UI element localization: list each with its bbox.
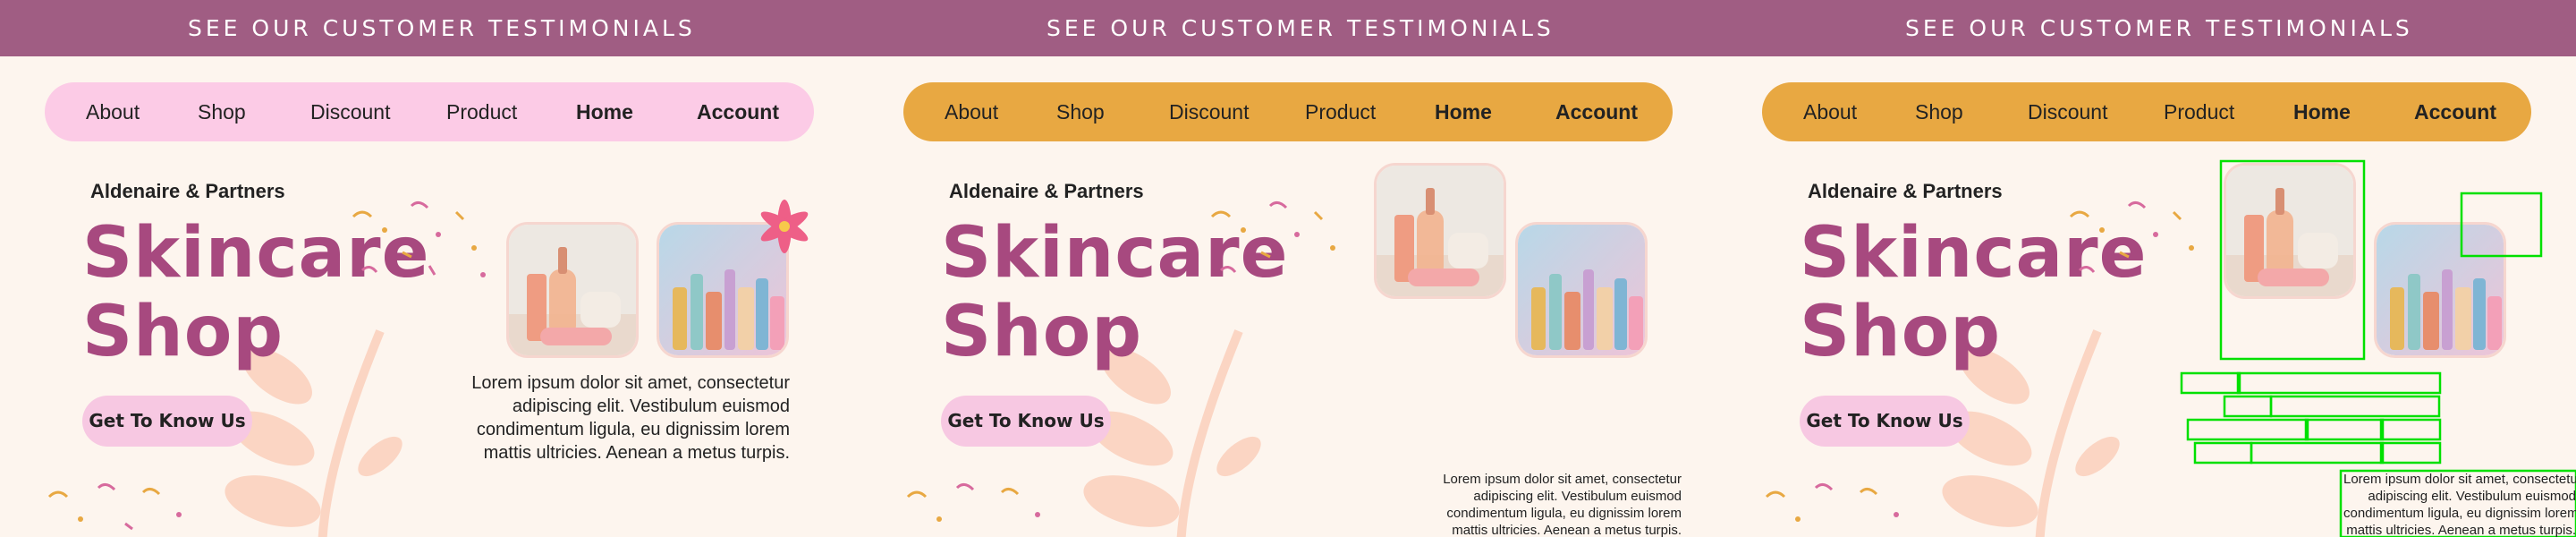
- nav-discount[interactable]: Discount: [1169, 100, 1249, 124]
- paragraph-line: condimentum ligula, eu dignissim lorem: [476, 420, 790, 439]
- paragraph-line: mattis ultricies. Aenean a metus turpis.: [1452, 523, 1682, 537]
- paragraph-line: adipiscing elit. Vestibulum euismod: [512, 396, 790, 416]
- highlight-overlay: [2180, 159, 2576, 537]
- flower-icon: [760, 200, 809, 253]
- brand-name: Aldenaire & Partners: [949, 180, 1144, 202]
- panel-variant-3: SEE OUR CUSTOMER TESTIMONIALS About Shop…: [1717, 0, 2576, 537]
- paragraph-line: Lorem ipsum dolor sit amet, consectetur: [1443, 472, 1682, 487]
- nav-shop[interactable]: Shop: [1056, 100, 1105, 124]
- paragraph-line: mattis ultricies. Aenean a metus turpis.: [483, 443, 790, 463]
- paragraph-line: Lorem ipsum dolor sit amet, consectetur: [2343, 472, 2576, 487]
- main-nav: About Shop Discount Product Home Account: [903, 82, 1673, 141]
- panel-variant-1: SEE OUR CUSTOMER TESTIMONIALS About Shop…: [0, 0, 859, 537]
- get-to-know-us-button[interactable]: Get To Know Us: [941, 396, 1111, 447]
- testimonials-banner[interactable]: SEE OUR CUSTOMER TESTIMONIALS: [859, 0, 1717, 56]
- product-photo-bottles: [1515, 222, 1648, 358]
- hero-title-line2: Shop: [941, 292, 1143, 372]
- hero-paragraph: Lorem ipsum dolor sit amet, consectetur …: [2343, 471, 2576, 537]
- paragraph-line: Lorem ipsum dolor sit amet, consectetur: [471, 373, 790, 393]
- product-photo-serums: [1374, 163, 1506, 299]
- nav-product[interactable]: Product: [446, 100, 517, 124]
- nav-shop[interactable]: Shop: [198, 100, 246, 124]
- paragraph-line: condimentum ligula, eu dignissim lorem: [2343, 506, 2576, 521]
- paragraph-line: adipiscing elit. Vestibulum euismod: [2368, 489, 2576, 504]
- hero-paragraph: Lorem ipsum dolor sit amet, consectetur …: [464, 371, 790, 465]
- nav-about[interactable]: About: [945, 100, 998, 124]
- nav-account[interactable]: Account: [697, 100, 779, 124]
- paragraph-line: condimentum ligula, eu dignissim lorem: [1446, 506, 1682, 521]
- nav-home[interactable]: Home: [1435, 100, 1492, 124]
- confetti-decoration: [352, 201, 486, 277]
- nav-account[interactable]: Account: [1555, 100, 1638, 124]
- confetti-decoration: [1210, 201, 1335, 273]
- confetti-decoration-bottom: [47, 483, 182, 531]
- brand-name: Aldenaire & Partners: [90, 180, 285, 202]
- get-to-know-us-button[interactable]: Get To Know Us: [82, 396, 252, 447]
- nav-discount[interactable]: Discount: [310, 100, 390, 124]
- product-photo-serums: [506, 222, 639, 358]
- panel-variant-2: SEE OUR CUSTOMER TESTIMONIALS About Shop…: [859, 0, 1717, 537]
- paragraph-line: mattis ultricies. Aenean a metus turpis.: [2346, 523, 2576, 537]
- hero-title-line2: Shop: [82, 292, 284, 372]
- nav-home[interactable]: Home: [576, 100, 633, 124]
- testimonials-banner[interactable]: SEE OUR CUSTOMER TESTIMONIALS: [0, 0, 859, 56]
- hero-paragraph: Lorem ipsum dolor sit amet, consectetur …: [1431, 471, 1682, 537]
- confetti-decoration-bottom: [906, 483, 1040, 522]
- nav-about[interactable]: About: [86, 100, 140, 124]
- paragraph-line: adipiscing elit. Vestibulum euismod: [1473, 489, 1682, 504]
- main-nav: About Shop Discount Product Home Account: [45, 82, 814, 141]
- nav-product[interactable]: Product: [1305, 100, 1376, 124]
